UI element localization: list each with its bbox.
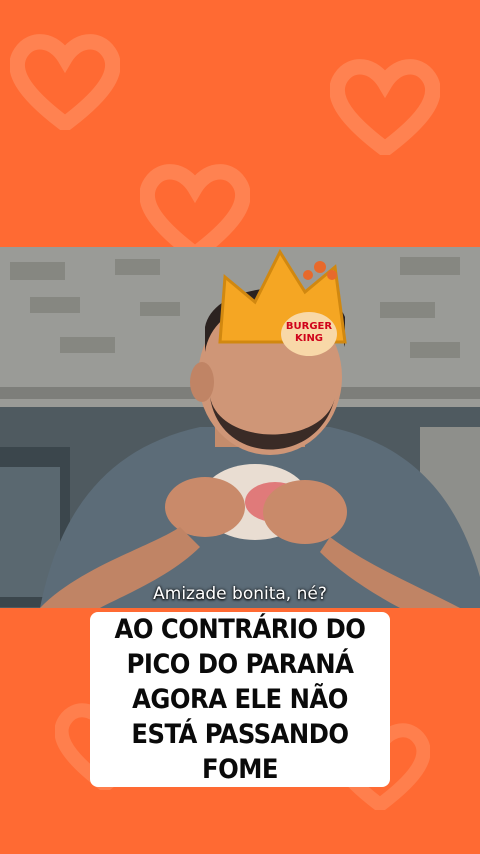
- heart-icon: [330, 55, 440, 155]
- burger-king-logo: BURGER KING: [281, 312, 337, 356]
- video-still-image: [0, 247, 480, 608]
- logo-text-king: KING: [294, 333, 324, 344]
- caption-block: AO CONTRÁRIO DO PICO DO PARANÁ AGORA ELE…: [90, 612, 390, 787]
- logo-text-burger: BURGER: [285, 321, 333, 332]
- heart-icon: [140, 160, 250, 260]
- video-frame[interactable]: BURGER KING: [0, 247, 480, 608]
- video-subtitle: Amizade bonita, né?: [153, 584, 327, 604]
- heart-icon: [10, 30, 120, 130]
- caption-text: AO CONTRÁRIO DO PICO DO PARANÁ AGORA ELE…: [90, 612, 390, 787]
